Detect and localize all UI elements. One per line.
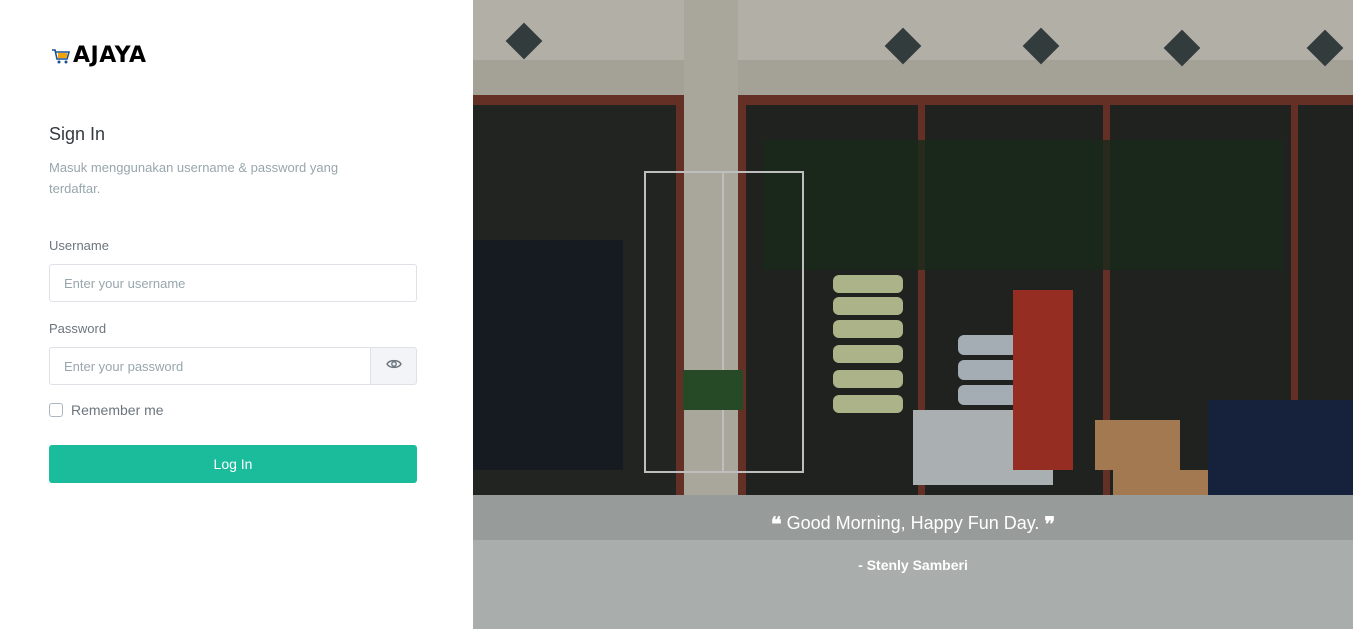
- brand-name: AJAYA: [73, 43, 147, 68]
- login-page: AJAYA Sign In Masuk menggunakan username…: [0, 0, 1353, 629]
- password-label: Password: [49, 321, 107, 336]
- username-label: Username: [49, 238, 109, 253]
- page-subtitle: Masuk menggunakan username & password ya…: [49, 160, 339, 196]
- remember-me-checkbox[interactable]: [49, 403, 63, 417]
- logo[interactable]: AJAYA: [51, 43, 146, 68]
- page-title: Sign In: [49, 124, 106, 144]
- shopping-cart-icon: [51, 46, 71, 66]
- open-quote-icon: ❝: [770, 514, 782, 536]
- eye-icon: [385, 357, 402, 375]
- remember-me[interactable]: Remember me: [49, 402, 164, 418]
- close-quote-icon: ❞: [1044, 514, 1056, 536]
- auth-panel: AJAYA Sign In Masuk menggunakan username…: [0, 0, 473, 629]
- show-password-button[interactable]: [370, 347, 417, 385]
- quote-author: - Stenly Samberi: [858, 557, 968, 573]
- quote-text: Good Morning, Happy Fun Day.: [786, 513, 1040, 533]
- hero-quote: ❝ Good Morning, Happy Fun Day. ❞: [473, 512, 1353, 537]
- password-input[interactable]: [49, 347, 371, 385]
- remember-me-label: Remember me: [71, 402, 164, 418]
- background-photo: ❝ Good Morning, Happy Fun Day. ❞ - Stenl…: [473, 0, 1353, 629]
- username-input[interactable]: [49, 264, 417, 302]
- login-button[interactable]: Log In: [49, 445, 417, 483]
